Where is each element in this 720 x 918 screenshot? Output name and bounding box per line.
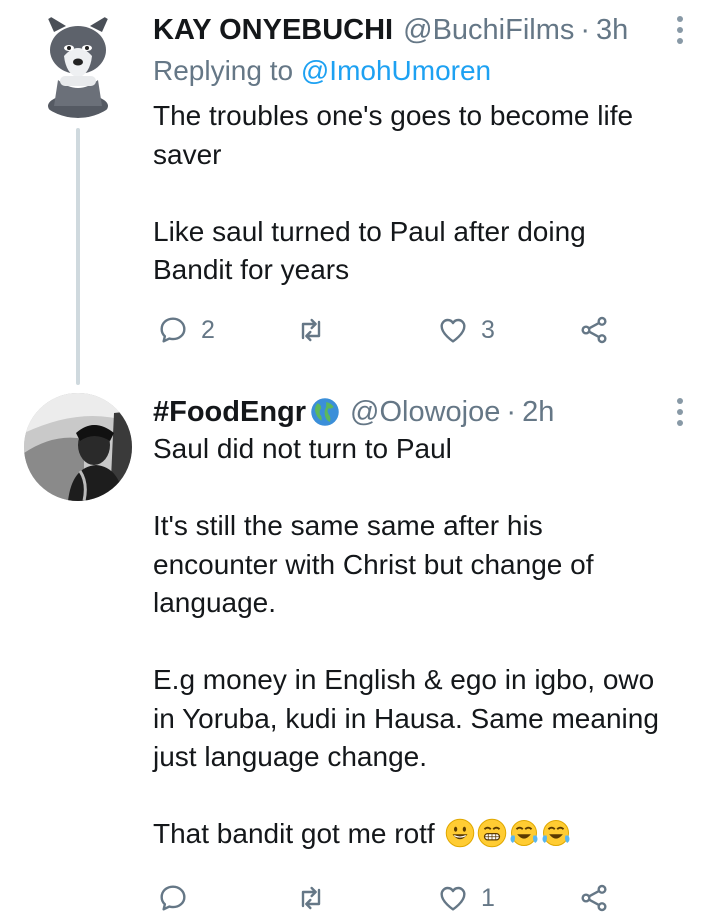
tweet-header: #FoodEngr @Olowojoe · 2h — [153, 392, 554, 432]
grinning-face-icon — [445, 818, 474, 848]
tweet-2[interactable]: #FoodEngr @Olowojoe · 2h Saul did not tu… — [0, 390, 720, 912]
reply-count: 2 — [201, 315, 215, 344]
tweet-1[interactable]: KAY ONYEBUCHI @BuchiFilms · 3h Replying … — [0, 0, 720, 390]
like-count: 3 — [481, 315, 495, 344]
share-button[interactable] — [578, 310, 610, 350]
more-options-icon[interactable] — [668, 392, 692, 432]
tears-of-joy-icon — [510, 820, 538, 846]
display-name[interactable]: KAY ONYEBUCHI — [153, 10, 393, 50]
beaming-face-icon — [477, 818, 506, 848]
tears-of-joy-icon — [542, 820, 570, 846]
user-photo-icon — [24, 393, 132, 501]
timestamp[interactable]: 3h — [596, 10, 628, 50]
retweet-icon — [301, 886, 321, 910]
tweet-actions: 2 3 — [153, 310, 653, 350]
thread-line — [76, 128, 80, 385]
reply-icon — [160, 885, 186, 911]
like-button[interactable]: 3 — [437, 310, 495, 350]
tweet-text: Saul did not turn to Paul It's still the… — [153, 430, 698, 854]
separator-dot: · — [506, 396, 517, 428]
replying-prefix: Replying to — [153, 55, 294, 86]
avatar-husky[interactable] — [24, 10, 132, 118]
retweet-icon — [301, 318, 321, 342]
share-icon — [581, 316, 607, 344]
replying-to: Replying to @ImohUmoren — [153, 52, 491, 90]
heart-icon — [440, 886, 466, 911]
avatar-user-photo[interactable] — [24, 393, 132, 501]
like-count: 1 — [481, 883, 495, 912]
reply-button[interactable] — [157, 878, 189, 918]
reply-button[interactable]: 2 — [157, 310, 215, 350]
separator-dot: · — [580, 14, 591, 46]
user-handle[interactable]: @BuchiFilms — [403, 10, 574, 50]
globe-icon — [311, 398, 339, 426]
tweet-text-content: Saul did not turn to Paul It's still the… — [153, 433, 659, 849]
mention-link[interactable]: @ImohUmoren — [301, 55, 491, 86]
tweet-text: The troubles one's goes to become life s… — [153, 100, 634, 285]
reply-icon — [160, 317, 186, 343]
husky-avatar-icon — [46, 14, 110, 118]
retweet-button[interactable] — [295, 878, 327, 918]
share-button[interactable] — [578, 878, 610, 918]
tweet-header: KAY ONYEBUCHI @BuchiFilms · 3h — [153, 10, 628, 50]
timestamp[interactable]: 2h — [522, 392, 554, 432]
share-icon — [581, 884, 607, 912]
display-name[interactable]: #FoodEngr — [153, 392, 306, 432]
more-options-icon[interactable] — [668, 10, 692, 50]
like-button[interactable]: 1 — [437, 878, 495, 918]
user-handle[interactable]: @Olowojoe — [350, 392, 500, 432]
heart-icon — [440, 318, 466, 343]
tweet-actions: 1 — [153, 878, 653, 918]
retweet-button[interactable] — [295, 310, 339, 350]
